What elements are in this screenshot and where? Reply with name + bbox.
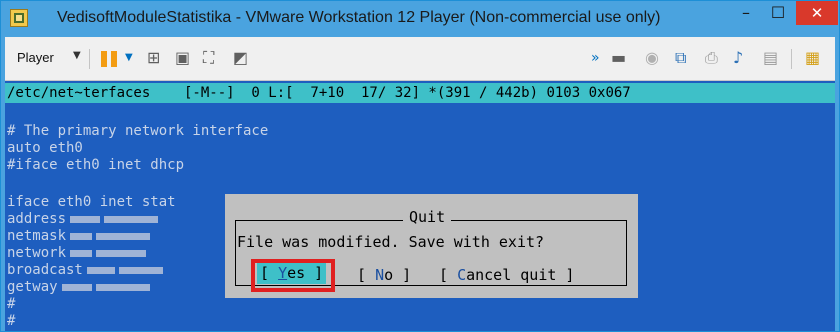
redacted-value: [61, 283, 92, 291]
editor-line: iface eth0 inet stat: [7, 194, 176, 210]
editor-line-text: netmask: [7, 228, 67, 244]
player-menu-button[interactable]: Player: [17, 50, 54, 65]
close-button[interactable]: ✕: [796, 1, 838, 25]
chevron-down-icon[interactable]: ▼: [73, 50, 81, 61]
editor-line: getway: [7, 279, 150, 296]
redacted-value: [96, 232, 151, 240]
redacted-value: [70, 232, 93, 240]
pause-menu-chevron-icon[interactable]: ▼: [125, 52, 133, 63]
editor-line: network: [7, 245, 147, 262]
editor-line: broadcast: [7, 262, 163, 279]
fullscreen-icon[interactable]: ⛶: [203, 48, 214, 68]
sound-card-icon[interactable]: ♪: [733, 48, 743, 68]
toolbar-divider: [791, 49, 792, 69]
redacted-value: [86, 266, 115, 274]
editor-line-text: address: [7, 211, 67, 227]
editor-line: #: [7, 313, 16, 329]
network-adapter-icon[interactable]: ⧉: [675, 48, 686, 68]
dialog-title: Quit: [403, 208, 452, 226]
editor-line: auto eth0: [7, 140, 83, 156]
player-toolbar: Player ▼ ▼ ⊞ ▣ ⛶ ◩ » ▬ ◉ ⧉ ⎙ ♪ ▤ ▦: [5, 37, 835, 81]
minimize-button[interactable]: –: [731, 1, 761, 25]
redacted-value: [118, 266, 163, 274]
redacted-value: [104, 215, 159, 223]
yes-button-highlight-annotation: [251, 259, 335, 292]
editor-line: # The primary network interface: [7, 123, 269, 139]
editor-line: #iface eth0 inet dhcp: [7, 157, 185, 173]
editor-line: #: [7, 296, 16, 312]
unity-icon[interactable]: ◩: [233, 48, 248, 68]
hard-disk-icon[interactable]: ▬: [611, 48, 626, 68]
editor-line-text: broadcast: [7, 262, 83, 278]
redacted-value: [70, 215, 101, 223]
editor-line-text: network: [7, 245, 67, 261]
vmware-player-window: VedisoftModuleStatistika - VMware Workst…: [0, 0, 840, 332]
editor-line: address: [7, 211, 159, 228]
send-ctrl-alt-del-icon[interactable]: ⊞: [147, 48, 160, 68]
cancel-quit-button[interactable]: [ Cancel quit ]: [439, 266, 574, 284]
toolbar-divider: [89, 49, 90, 69]
editor-status-line: /etc/net~terfaces [-M--] 0 L:[ 7+10 17/ …: [5, 83, 835, 103]
message-log-icon[interactable]: ▤: [763, 48, 778, 68]
editor-line-text: getway: [7, 279, 58, 295]
no-button[interactable]: [ No ]: [357, 266, 411, 284]
removable-devices-icon[interactable]: ▣: [175, 48, 190, 68]
maximize-button[interactable]: ☐: [763, 1, 793, 25]
window-title: VedisoftModuleStatistika - VMware Workst…: [57, 9, 661, 26]
snapshot-icon[interactable]: ▦: [805, 48, 820, 68]
dialog-message: File was modified. Save with exit?: [237, 233, 545, 251]
printer-icon[interactable]: ⎙: [705, 48, 718, 68]
redacted-value: [96, 249, 147, 257]
editor-line: netmask: [7, 228, 151, 245]
vmware-app-icon: [10, 9, 28, 27]
redacted-value: [95, 283, 150, 291]
redacted-value: [70, 249, 93, 257]
more-icon[interactable]: »: [591, 48, 600, 68]
title-bar[interactable]: VedisoftModuleStatistika - VMware Workst…: [1, 1, 839, 37]
pause-icon[interactable]: [101, 51, 119, 67]
cd-dvd-icon[interactable]: ◉: [645, 48, 659, 68]
